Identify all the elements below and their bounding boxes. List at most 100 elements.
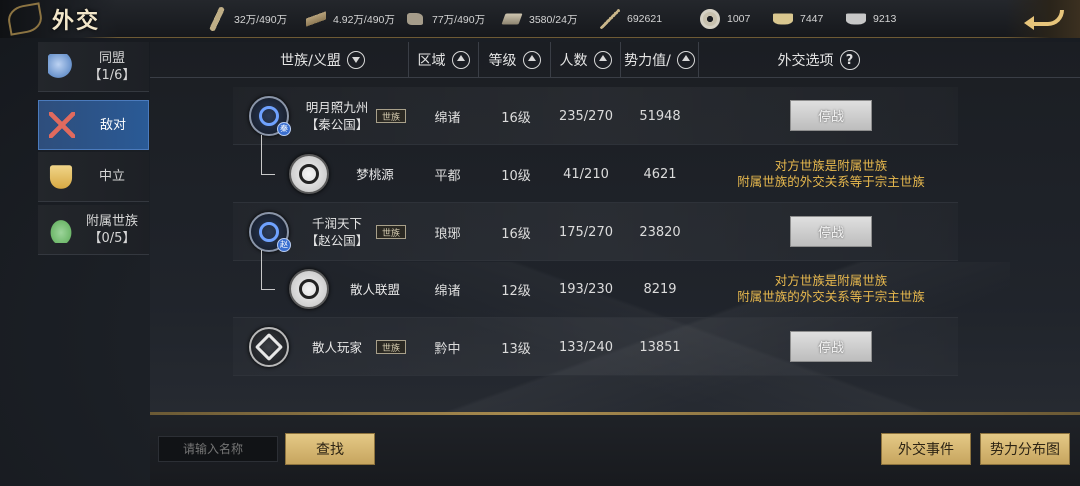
sort-up-icon[interactable]	[522, 51, 541, 69]
vassal-note: 对方世族是附属世族 附属世族的外交关系等于宗主世族	[737, 273, 925, 304]
alliance-icon	[48, 53, 74, 80]
wood-icon	[306, 9, 326, 29]
column-header-clan[interactable]: 世族/义盟	[235, 42, 410, 78]
table-row[interactable]: 散人联盟 绵诸 12级 193/230 8219 对方世族是附属世族 附属世族的…	[233, 250, 958, 318]
search-button[interactable]: 查找	[285, 433, 375, 465]
diplomacy-sidebar: 同盟 【1/6】 敌对 中立 附属世族 【0/5】	[38, 42, 149, 256]
clan-kingdom: 【赵公国】	[305, 233, 369, 248]
resource-value: 692621	[627, 13, 663, 25]
power-cell: 51948	[639, 108, 681, 124]
sidebar-item-vassal[interactable]: 附属世族 【0/5】	[38, 205, 149, 255]
resource-gold[interactable]: 7447	[773, 9, 823, 29]
sort-up-icon[interactable]	[593, 51, 612, 69]
diplomacy-events-button[interactable]: 外交事件	[881, 433, 971, 465]
search-input[interactable]	[158, 436, 278, 462]
region-cell: 绵诸	[434, 283, 461, 299]
resource-value: 32万/490万	[234, 13, 288, 26]
column-header-region[interactable]: 区域	[408, 42, 478, 78]
table-row[interactable]: 散人玩家 世族 黔中 13级 133/240 13851 停战	[233, 318, 958, 376]
resource-grain[interactable]: 32万/490万	[204, 6, 288, 32]
power-cell: 13851	[639, 339, 681, 355]
resource-stone[interactable]: 77万/490万	[405, 9, 485, 29]
level-cell: 10级	[501, 168, 531, 184]
column-header-power[interactable]: 势力值/	[620, 42, 698, 78]
power-cell: 23820	[639, 224, 681, 240]
members-cell: 193/230	[558, 281, 613, 297]
column-header-level[interactable]: 等级	[478, 42, 550, 78]
title-ornament-icon	[5, 2, 45, 36]
resource-wood[interactable]: 4.92万/490万	[306, 9, 395, 29]
resource-value: 7447	[800, 13, 824, 25]
power-map-button[interactable]: 势力分布图	[980, 433, 1070, 465]
top-bar: 外交 32万/490万 4.92万/490万 77万/490万 3580/24万…	[0, 0, 1080, 38]
region-cell: 绵诸	[434, 110, 461, 126]
title-plate: 外交	[0, 0, 118, 38]
clan-name: 千润天下	[311, 216, 362, 231]
level-cell: 16级	[501, 110, 531, 126]
level-cell: 16级	[501, 226, 531, 242]
region-cell: 琅琊	[434, 226, 461, 242]
banner-icon	[49, 164, 73, 189]
vassal-icon	[48, 216, 74, 243]
sidebar-item-alliance[interactable]: 同盟 【1/6】	[38, 42, 149, 92]
clan-emblem-icon	[289, 269, 329, 309]
resource-value: 4.92万/490万	[333, 13, 395, 26]
sort-up-icon[interactable]	[676, 51, 695, 69]
table-row[interactable]: 秦 明月照九州 【秦公国】 世族 绵诸 16级 235/270 51948 停战	[233, 87, 958, 145]
resource-value: 77万/490万	[432, 13, 486, 26]
power-cell: 4621	[643, 166, 677, 182]
table-header: 世族/义盟 区域 等级 人数 势力值/ 外交选项 ?	[150, 42, 1080, 78]
region-cell: 黔中	[434, 341, 461, 357]
sidebar-item-count: 【0/5】	[88, 230, 136, 246]
sort-up-icon[interactable]	[451, 51, 470, 69]
crossed-swords-icon	[49, 112, 75, 138]
sort-down-icon[interactable]	[346, 51, 365, 69]
sidebar-item-hostile[interactable]: 敌对	[38, 100, 149, 150]
clan-emblem-icon	[289, 154, 329, 194]
sidebar-item-neutral[interactable]: 中立	[38, 152, 149, 202]
resource-iron[interactable]: 3580/24万	[501, 9, 577, 29]
table-row[interactable]: 梦桃源 平都 10级 41/210 4621 对方世族是附属世族 附属世族的外交…	[233, 135, 958, 203]
column-header-diplomacy: 外交选项 ?	[698, 42, 938, 78]
vassal-connector	[261, 250, 275, 290]
grain-icon	[204, 6, 230, 32]
dragon-icon	[259, 106, 279, 126]
members-cell: 133/240	[558, 339, 613, 355]
knot-icon	[254, 332, 284, 362]
stone-icon	[407, 13, 423, 25]
back-button[interactable]	[1006, 0, 1080, 38]
sidebar-item-label: 敌对	[99, 117, 126, 133]
clan-name: 散人玩家	[311, 339, 362, 355]
clan-emblem-icon: 秦	[249, 96, 291, 136]
resource-silver[interactable]: 9213	[846, 9, 896, 29]
resource-coin[interactable]: 1007	[700, 9, 750, 29]
column-header-members[interactable]: 人数	[550, 42, 620, 78]
table-row[interactable]: 赵 千润天下 【赵公国】 世族 琅琊 16级 175/270 23820 停战	[233, 203, 958, 261]
level-cell: 13级	[501, 341, 531, 357]
iron-icon	[501, 13, 523, 25]
vassal-note: 对方世族是附属世族 附属世族的外交关系等于宗主世族	[737, 158, 925, 189]
truce-button[interactable]: 停战	[790, 331, 872, 362]
sidebar-item-label: 中立	[98, 169, 125, 184]
fan-icon	[299, 164, 319, 184]
sidebar-item-count: 【1/6】	[88, 67, 136, 83]
members-cell: 175/270	[558, 224, 613, 240]
clan-type-badge: 世族	[376, 109, 406, 123]
truce-button[interactable]: 停战	[790, 216, 872, 247]
help-icon[interactable]: ?	[839, 50, 860, 70]
truce-button[interactable]: 停战	[790, 100, 872, 131]
clan-name: 散人联盟	[349, 281, 400, 297]
clan-emblem-icon: 赵	[249, 212, 291, 252]
order-icon	[600, 9, 620, 29]
page-title: 外交	[52, 8, 101, 34]
clan-emblem-icon	[249, 327, 289, 367]
level-cell: 12级	[501, 283, 531, 299]
clan-kingdom: 【秦公国】	[305, 117, 369, 132]
vassal-connector	[261, 135, 275, 175]
resource-order[interactable]: 692621	[600, 9, 662, 29]
silver-ingot-icon	[846, 13, 866, 25]
clan-name: 梦桃源	[356, 166, 394, 182]
gold-ingot-icon	[773, 13, 793, 25]
region-cell: 平都	[434, 168, 461, 184]
members-cell: 235/270	[558, 108, 613, 124]
